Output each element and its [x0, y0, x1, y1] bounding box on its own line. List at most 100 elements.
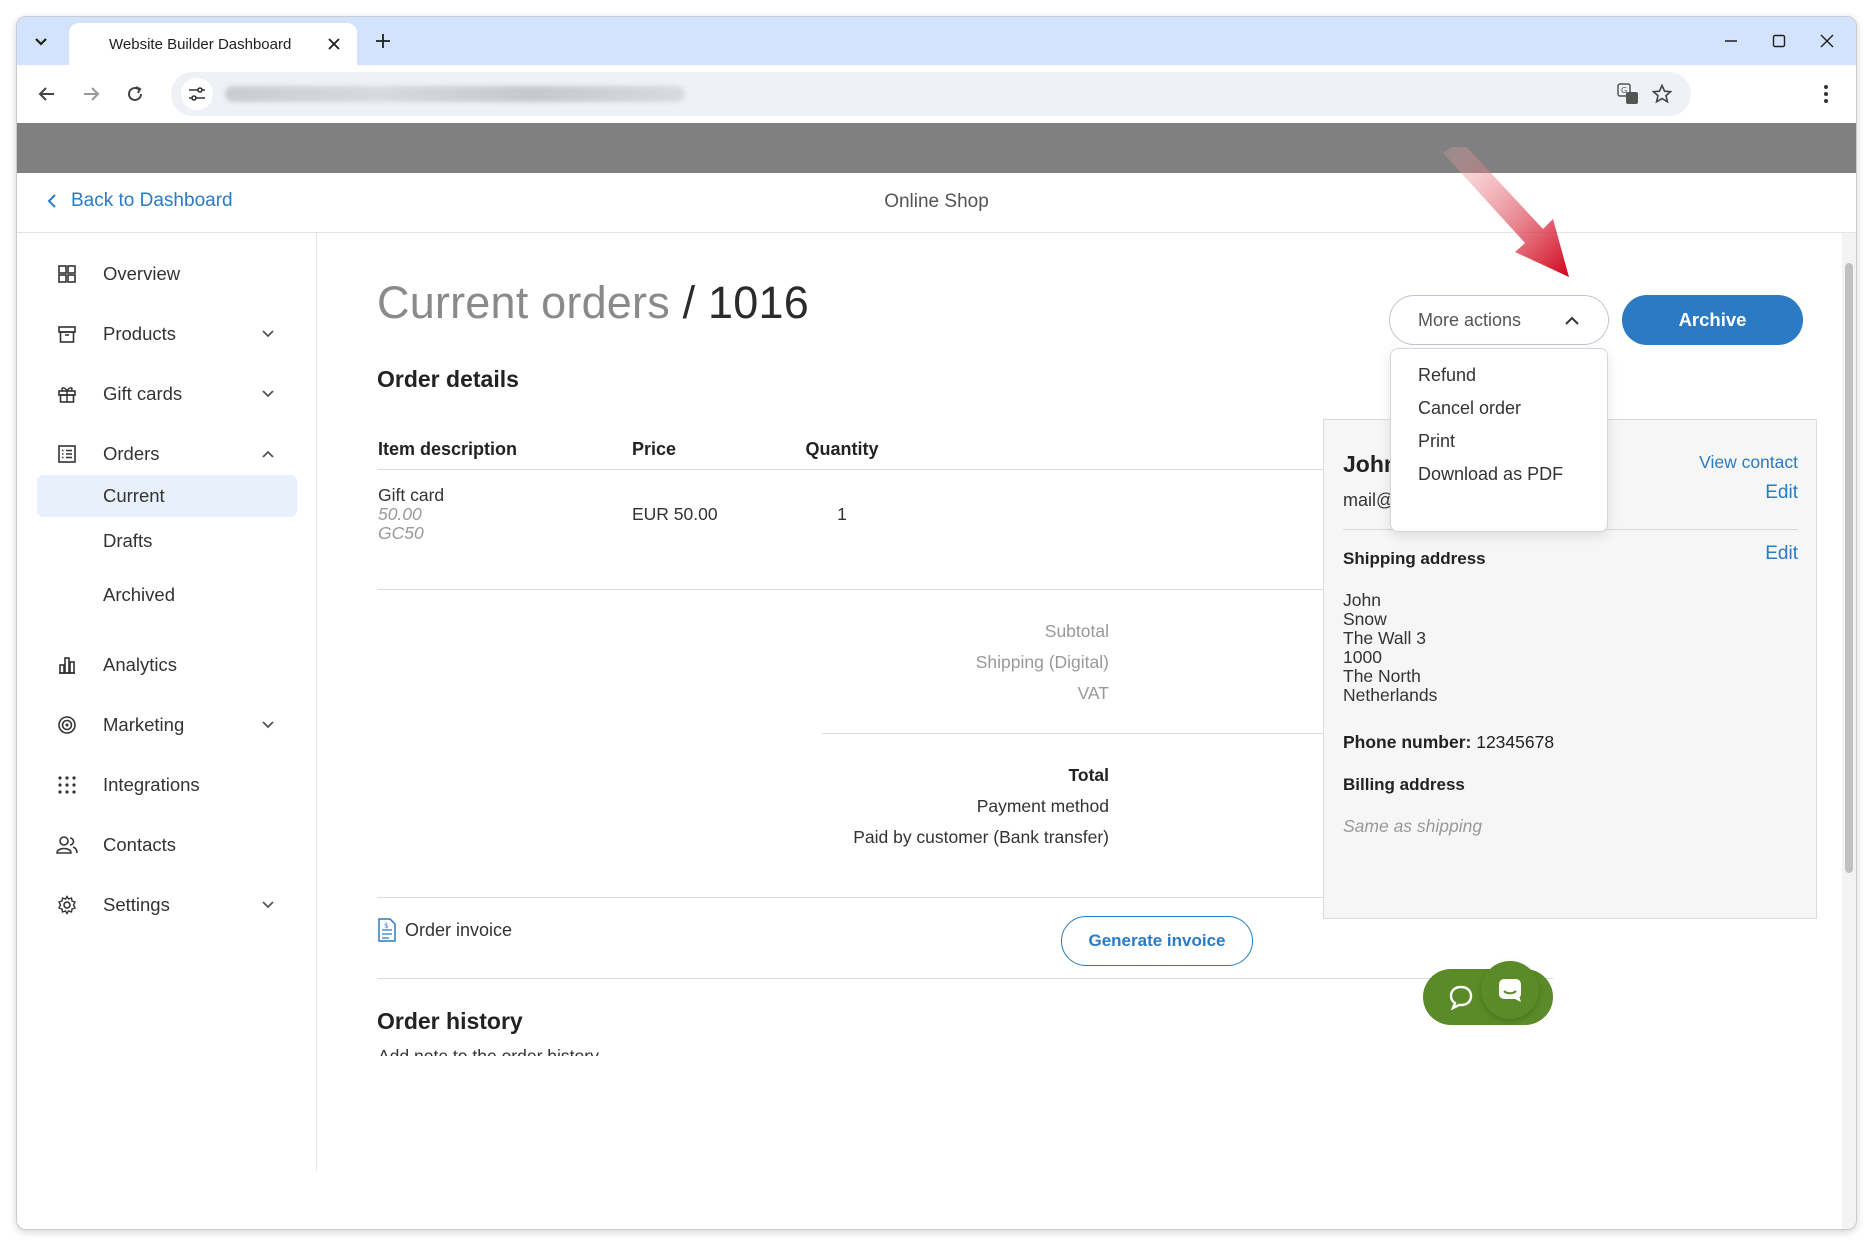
order-history-partial: Add note to the order history — [378, 1046, 599, 1056]
menu-item-download-pdf[interactable]: Download as PDF — [1418, 464, 1563, 485]
sidebar-subitem-label: Current — [103, 485, 165, 506]
scrollbar-thumb[interactable] — [1845, 263, 1853, 873]
invoice-bottom-divider — [377, 978, 1553, 979]
arrow-right-icon — [84, 87, 100, 101]
vat-label: VAT — [1077, 683, 1109, 703]
invoice-document-icon: $ — [378, 918, 396, 942]
sidebar-subitem-drafts[interactable]: Drafts — [37, 517, 297, 565]
menu-item-refund[interactable]: Refund — [1418, 365, 1476, 386]
kebab-menu-icon — [1824, 85, 1828, 103]
sidebar-item-products[interactable]: Products — [37, 310, 297, 358]
sidebar-item-settings[interactable]: Settings — [37, 881, 297, 929]
tune-icon — [189, 87, 205, 101]
forward-button[interactable] — [75, 78, 107, 110]
target-icon — [55, 713, 79, 737]
sidebar-item-label: Contacts — [103, 834, 177, 855]
sidebar-item-contacts[interactable]: Contacts — [37, 821, 297, 869]
column-header-quantity: Quantity — [805, 439, 879, 459]
more-actions-menu: Refund Cancel order Print Download as PD… — [1390, 348, 1608, 532]
bookmark-star-icon[interactable] — [1649, 81, 1675, 107]
sidebar-item-marketing[interactable]: Marketing — [37, 701, 297, 749]
phone-label: Phone number: — [1343, 732, 1472, 752]
users-icon — [55, 833, 79, 857]
gear-icon — [55, 893, 79, 917]
address-line: The North — [1343, 666, 1421, 686]
sidebar-item-label: Settings — [103, 894, 170, 915]
messenger-icon — [1499, 979, 1521, 1002]
reload-button[interactable] — [119, 78, 151, 110]
item-name: Gift card — [378, 485, 445, 505]
customer-email: mail@ — [1343, 490, 1395, 510]
sidebar-item-label: Orders — [103, 443, 160, 464]
chevron-down-icon — [259, 385, 277, 403]
column-header-item-description: Item description — [378, 439, 518, 459]
view-contact-link[interactable]: View contact — [1699, 452, 1798, 473]
sidebar-item-integrations[interactable]: Integrations — [37, 761, 297, 809]
order-invoice-label: Order invoice — [405, 919, 513, 940]
close-window-button[interactable] — [1805, 25, 1849, 57]
edit-shipping-link[interactable]: Edit — [1765, 543, 1798, 565]
column-header-price: Price — [632, 439, 677, 459]
sidebar-item-overview[interactable]: Overview — [37, 250, 297, 298]
sidebar-item-label: Analytics — [103, 654, 178, 675]
menu-item-print[interactable]: Print — [1418, 431, 1455, 452]
more-actions-label: More actions — [1418, 309, 1522, 330]
address-bar[interactable]: G — [171, 72, 1691, 116]
page-scrollbar[interactable] — [1842, 233, 1856, 1229]
chevron-down-icon — [259, 896, 277, 914]
messenger-launcher[interactable] — [1481, 961, 1539, 1019]
main-content: Current orders / 1016 More actions Archi… — [317, 233, 1856, 1229]
generate-invoice-button[interactable]: Generate invoice — [1061, 916, 1253, 966]
maximize-icon — [1772, 34, 1786, 48]
sidebar-item-orders[interactable]: Orders — [37, 430, 297, 478]
dots-grid-icon — [55, 773, 79, 797]
item-subline: 50.00 — [378, 504, 422, 524]
back-button[interactable] — [31, 78, 63, 110]
order-number: 1016 — [708, 277, 809, 328]
payment-method-label: Payment method — [976, 796, 1109, 816]
minimize-button[interactable] — [1709, 25, 1753, 57]
menu-item-cancel-order[interactable]: Cancel order — [1418, 398, 1521, 419]
sidebar-subitem-current[interactable]: Current — [37, 475, 297, 517]
edit-contact-link[interactable]: Edit — [1765, 482, 1798, 504]
item-price: EUR 50.00 — [632, 504, 718, 524]
box-icon — [55, 322, 79, 346]
shipping-label: Shipping (Digital) — [975, 652, 1109, 672]
translate-icon[interactable]: G — [1615, 81, 1641, 107]
active-tab[interactable]: Website Builder Dashboard — [69, 23, 357, 65]
more-actions-button[interactable]: More actions — [1389, 295, 1609, 345]
sidebar-item-analytics[interactable]: Analytics — [37, 641, 297, 689]
billing-address-value: Same as shipping — [1343, 816, 1483, 836]
item-sku: GC50 — [378, 523, 424, 543]
billing-address-title: Billing address — [1343, 775, 1465, 794]
order-invoice-row: $ Order invoice — [377, 918, 512, 942]
new-tab-button[interactable] — [369, 27, 397, 55]
url-text-blurred — [225, 86, 685, 102]
chevron-down-icon — [259, 325, 277, 343]
annotation-arrow — [1443, 147, 1569, 277]
list-icon — [55, 442, 79, 466]
site-info-button[interactable] — [181, 78, 213, 110]
bar-chart-icon — [55, 653, 79, 677]
chevron-down-icon — [259, 716, 277, 734]
close-icon — [1820, 34, 1834, 48]
order-history-title: Order history — [377, 1008, 523, 1034]
address-line: Netherlands — [1343, 685, 1438, 705]
paid-label: Paid by customer (Bank transfer) — [853, 827, 1109, 847]
sidebar-item-label: Integrations — [103, 774, 200, 795]
tab-search-button[interactable] — [25, 25, 57, 57]
sidebar-item-gift-cards[interactable]: Gift cards — [37, 370, 297, 418]
sidebar-item-label: Gift cards — [103, 383, 183, 404]
tab-strip: Website Builder Dashboard — [17, 17, 1856, 65]
close-icon[interactable] — [323, 33, 345, 55]
sidebar-subitem-archived[interactable]: Archived — [37, 571, 297, 619]
sidebar-item-label: Overview — [103, 263, 181, 284]
maximize-button[interactable] — [1757, 25, 1801, 57]
address-line: John — [1343, 590, 1381, 610]
total-label: Total — [1068, 765, 1109, 785]
phone-row: Phone number: 12345678 — [1343, 732, 1554, 753]
chevron-down-icon — [35, 38, 47, 46]
browser-menu-button[interactable] — [1810, 78, 1842, 110]
sidebar-item-label: Marketing — [103, 714, 185, 735]
archive-button[interactable]: Archive — [1622, 295, 1803, 345]
